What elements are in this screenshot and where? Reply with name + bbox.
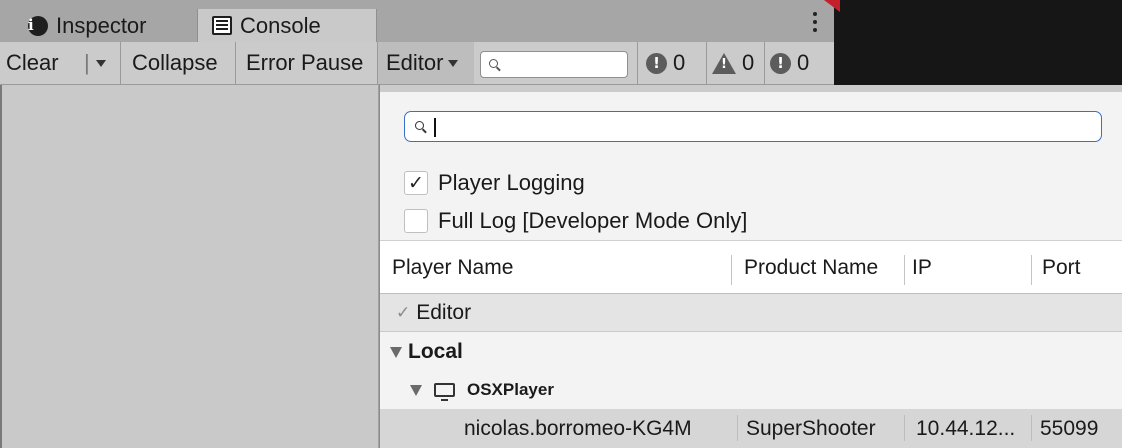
chevron-down-icon <box>95 59 106 67</box>
editor-label: Editor <box>386 50 444 75</box>
column-ip-label: IP <box>912 256 932 279</box>
tab-inspector[interactable]: i Inspector <box>12 9 197 42</box>
message-count-toggle[interactable]: ! 0 <box>770 42 809 84</box>
warning-count-toggle[interactable]: 0 <box>712 42 754 84</box>
clear-label: Clear <box>6 50 59 75</box>
scene-view-edge <box>834 0 1122 42</box>
editor-row-label: Editor <box>416 300 472 324</box>
full-log-option[interactable]: Full Log [Developer Mode Only] <box>404 206 747 236</box>
message-icon: ! <box>770 52 791 74</box>
warning-count: 0 <box>742 50 755 75</box>
player-row-selected[interactable]: nicolas.borromeo-KG4M SuperShooter 10.44… <box>380 409 1122 448</box>
column-player-name[interactable]: Player Name <box>392 241 513 295</box>
product-name-value: SuperShooter <box>746 416 876 440</box>
full-log-label: Full Log [Developer Mode Only] <box>438 208 748 233</box>
player-connection-popup: ✓ Player Logging Full Log [Developer Mod… <box>379 85 1122 448</box>
player-name-cell: nicolas.borromeo-KG4M <box>464 409 692 448</box>
error-count: 0 <box>673 50 686 75</box>
clear-options-dropdown[interactable]: | <box>78 42 106 84</box>
divider: | <box>84 50 90 75</box>
checkmark-icon[interactable]: ✓ <box>404 171 428 195</box>
console-icon <box>212 16 232 35</box>
collapse-button[interactable]: Collapse <box>132 42 218 84</box>
player-search-input[interactable] <box>404 111 1102 142</box>
info-icon: i <box>28 15 48 36</box>
expand-triangle-icon[interactable] <box>410 384 422 396</box>
more-options-icon[interactable] <box>810 10 820 34</box>
red-corner-accent <box>824 0 840 12</box>
clear-button[interactable]: Clear <box>6 42 59 84</box>
column-product-name[interactable]: Product Name <box>744 241 878 295</box>
checkmark-icon: ✓ <box>396 302 411 322</box>
console-search-input[interactable] <box>480 51 628 78</box>
scene-view-edge <box>834 42 1122 85</box>
error-pause-button[interactable]: Error Pause <box>246 42 363 84</box>
player-logging-label: Player Logging <box>438 170 585 195</box>
checkbox-empty[interactable] <box>404 209 428 233</box>
column-ip[interactable]: IP <box>912 241 932 295</box>
product-name-cell: SuperShooter <box>746 409 876 448</box>
search-icon <box>489 59 498 68</box>
cell-divider <box>904 415 905 441</box>
text-cursor <box>434 118 436 137</box>
message-count: 0 <box>797 50 810 75</box>
ip-cell: 10.44.12... <box>916 409 1015 448</box>
separator <box>235 42 236 84</box>
separator <box>706 42 707 84</box>
player-name-value: nicolas.borromeo-KG4M <box>464 416 692 440</box>
popup-top-edge <box>380 85 1122 92</box>
editor-dropdown[interactable]: Editor <box>378 42 474 84</box>
chevron-down-icon <box>448 59 459 67</box>
warning-icon <box>712 52 736 74</box>
console-log-area[interactable] <box>0 85 379 448</box>
collapse-label: Collapse <box>132 50 218 75</box>
cell-divider <box>1031 415 1032 441</box>
osxplayer-row-label: OSXPlayer <box>467 380 554 399</box>
monitor-icon <box>434 383 455 401</box>
tab-bar: i Inspector Console <box>0 0 1122 42</box>
column-product-name-label: Product Name <box>744 256 879 279</box>
expand-triangle-icon[interactable] <box>390 346 402 358</box>
player-logging-option[interactable]: ✓ Player Logging <box>404 168 585 198</box>
tab-console-label: Console <box>240 12 321 38</box>
tab-inspector-label: Inspector <box>56 12 147 38</box>
group-row-local[interactable]: Local <box>380 333 1122 371</box>
player-table-header: Player Name Product Name IP Port <box>380 240 1122 294</box>
column-divider[interactable] <box>731 255 732 285</box>
column-player-name-label: Player Name <box>392 256 514 279</box>
column-divider[interactable] <box>904 255 905 285</box>
error-count-toggle[interactable]: ! 0 <box>646 42 685 84</box>
group-row-osxplayer[interactable]: OSXPlayer <box>380 371 1122 409</box>
search-icon <box>415 121 424 130</box>
separator <box>764 42 765 84</box>
error-icon: ! <box>646 52 667 74</box>
column-port-label: Port <box>1042 256 1081 279</box>
column-divider[interactable] <box>1031 255 1032 285</box>
cell-divider <box>737 415 738 441</box>
separator <box>120 42 121 84</box>
column-port[interactable]: Port <box>1042 241 1081 295</box>
player-row-editor[interactable]: ✓ Editor <box>380 294 1122 332</box>
separator <box>637 42 638 84</box>
port-value: 55099 <box>1040 416 1099 440</box>
port-cell: 55099 <box>1040 409 1098 448</box>
tab-console[interactable]: Console <box>197 9 377 42</box>
local-row-label: Local <box>408 340 463 363</box>
ip-value: 10.44.12... <box>916 416 1016 440</box>
console-toolbar: Clear | Collapse Error Pause Editor ! 0 … <box>0 42 834 85</box>
error-pause-label: Error Pause <box>246 50 364 75</box>
